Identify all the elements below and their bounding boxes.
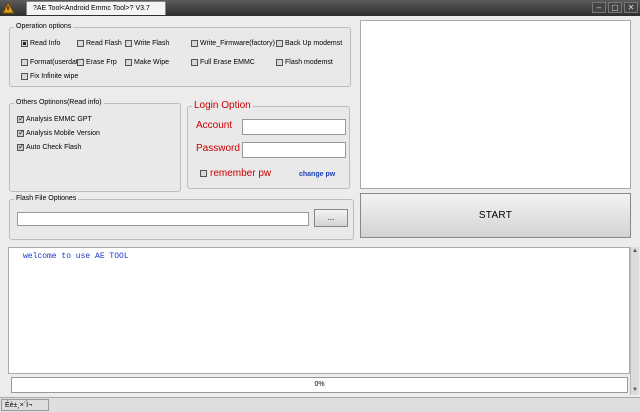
flash-file-path-input[interactable] [17,212,309,226]
scroll-down-arrow-icon[interactable]: ▼ [631,386,639,395]
maximize-button[interactable]: ▢ [608,2,622,13]
radio-indicator[interactable] [191,59,198,66]
browse-button[interactable]: ... [314,209,348,227]
radio-read-flash[interactable]: Read Flash [77,40,122,47]
checkbox-indicator[interactable] [17,114,25,123]
radio-indicator[interactable] [276,59,283,66]
scroll-up-arrow-icon[interactable]: ▲ [631,247,639,256]
change-pw-link[interactable]: change pw [299,171,335,178]
radio-flash-modemst[interactable]: Flash modemst [276,59,333,66]
radio-indicator[interactable] [21,59,28,66]
password-label: Password [196,143,240,154]
radio-write-firmware[interactable]: Write_Firmware(factory) [191,40,275,47]
app-logo-icon [2,1,15,14]
log-output-area[interactable]: welcome to use AE TOOL [8,247,630,374]
minimize-button[interactable]: – [592,2,606,13]
login-option-group: Login Option Account Password remember p… [187,100,350,189]
radio-fix-infinite-wipe[interactable]: Fix Infinite wipe [21,73,78,80]
checkbox-auto-check-flash[interactable]: Auto Check Flash [17,142,81,151]
log-scrollbar[interactable]: ▲ ▼ [630,247,639,395]
title-bar: ?AE Tool<Android Emmc Tool>? V3.7 – ▢ ✕ [0,0,640,16]
status-text: Éè±¸×´Ì¬ [5,402,33,409]
checkbox-remember-pw[interactable]: remember pw [200,168,271,179]
radio-format-userdata[interactable]: Format(userdata) [21,59,84,66]
status-cell: Éè±¸×´Ì¬ [1,399,49,411]
radio-indicator[interactable] [125,40,132,47]
checkbox-indicator[interactable] [17,142,25,151]
password-input[interactable] [242,142,346,158]
other-options-legend: Others Optinons(Read info) [14,99,104,106]
status-bar: Éè±¸×´Ì¬ [0,397,640,412]
radio-read-info[interactable]: Read Info [21,40,60,47]
operation-options-group: Operation options Read Info Read Flash W… [9,23,351,87]
radio-backup-modemst[interactable]: Back Up modemst [276,40,342,47]
checkbox-indicator[interactable] [200,170,207,177]
operation-options-legend: Operation options [14,23,74,30]
radio-full-erase-emmc[interactable]: Full Erase EMMC [191,59,255,66]
window-title: ?AE Tool<Android Emmc Tool>? V3.7 [33,5,150,12]
checkbox-analysis-emmc-gpt[interactable]: Analysis EMMC GPT [17,114,92,123]
progress-bar: 0% [11,377,628,393]
other-options-group: Others Optinons(Read info) Analysis EMMC… [9,99,181,192]
radio-make-wipe[interactable]: Make Wipe [125,59,169,66]
radio-indicator[interactable] [21,40,28,47]
account-input[interactable] [242,119,346,135]
radio-indicator[interactable] [77,40,84,47]
checkbox-analysis-mobile-version[interactable]: Analysis Mobile Version [17,128,100,137]
window-tab[interactable]: ?AE Tool<Android Emmc Tool>? V3.7 [26,1,166,15]
checkbox-indicator[interactable] [17,128,25,137]
log-line: welcome to use AE TOOL [23,252,129,261]
radio-indicator[interactable] [276,40,283,47]
start-button[interactable]: START [360,193,631,238]
account-label: Account [196,120,233,131]
radio-write-flash[interactable]: Write Flash [125,40,169,47]
radio-indicator[interactable] [21,73,28,80]
flash-file-legend: Flash File Optiones [14,195,79,202]
radio-erase-frp[interactable]: Erase Frp [77,59,117,66]
close-button[interactable]: ✕ [624,2,638,13]
login-option-legend: Login Option [192,100,253,111]
device-info-panel [360,20,631,189]
radio-indicator[interactable] [191,40,198,47]
radio-indicator[interactable] [125,59,132,66]
flash-file-group: Flash File Optiones ... [9,195,354,240]
radio-indicator[interactable] [77,59,84,66]
progress-text: 0% [314,381,325,388]
